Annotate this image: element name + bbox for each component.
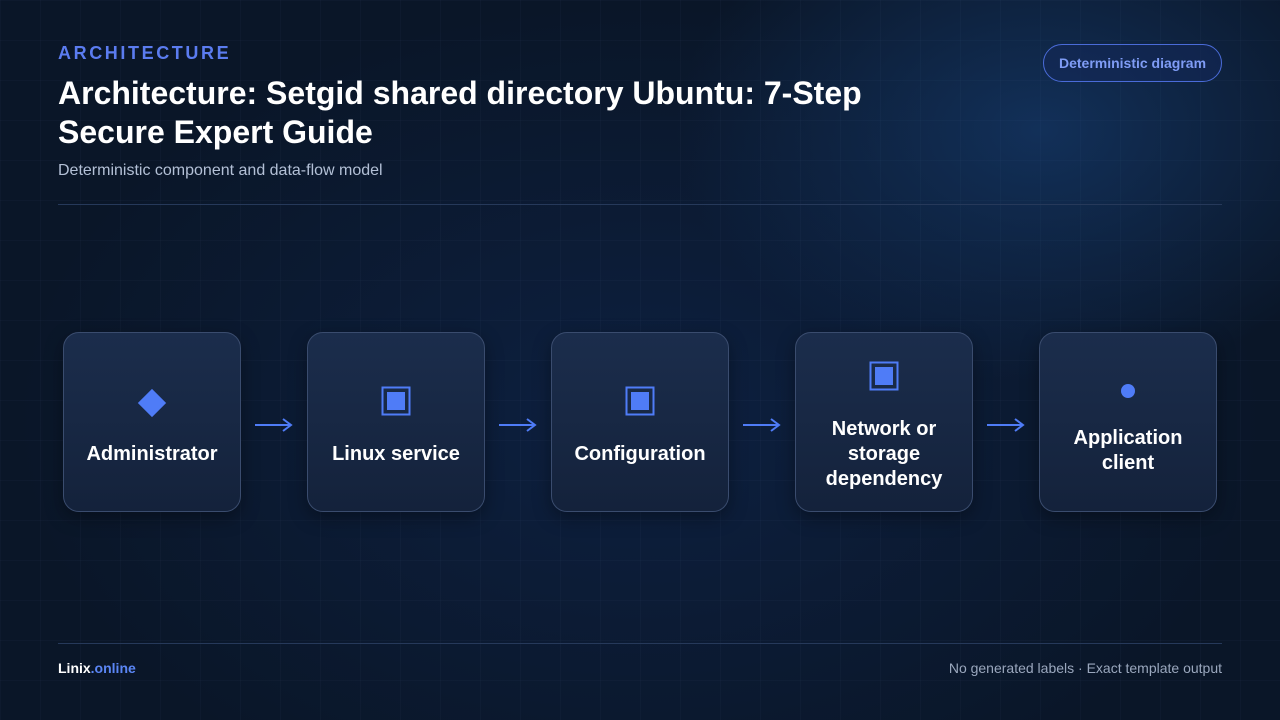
flow-node-configuration: Configuration — [551, 332, 729, 512]
flow-node-label: Linux service — [332, 443, 460, 465]
architecture-flow: Administrator Linux service Configuratio… — [0, 0, 1280, 720]
footer-divider — [58, 643, 1222, 644]
flow-node-linux-service: Linux service — [307, 332, 485, 512]
square-node-icon — [381, 386, 411, 416]
flow-node-label: Application client — [1073, 427, 1183, 474]
diamond-icon — [135, 386, 169, 420]
square-node-icon — [869, 361, 899, 391]
arrow-right-icon — [255, 418, 293, 432]
flow-node-label: Network or storage dependency — [825, 418, 943, 490]
arrow-right-icon — [987, 418, 1025, 432]
flow-node-label: Administrator — [86, 443, 218, 465]
flow-node-network-storage: Network or storage dependency — [795, 332, 973, 512]
dot-icon — [1120, 383, 1136, 399]
square-node-icon — [625, 386, 655, 416]
brand-tld: .online — [90, 660, 136, 676]
footer-note: No generated labels · Exact template out… — [948, 660, 1222, 676]
brand-name: Linix — [58, 660, 91, 676]
footer-brand[interactable]: Linix.online — [58, 660, 136, 676]
arrow-right-icon — [743, 418, 781, 432]
flow-node-administrator: Administrator — [63, 332, 241, 512]
flow-node-label: Configuration — [574, 443, 706, 465]
flow-node-application-client: Application client — [1039, 332, 1217, 512]
arrow-right-icon — [499, 418, 537, 432]
